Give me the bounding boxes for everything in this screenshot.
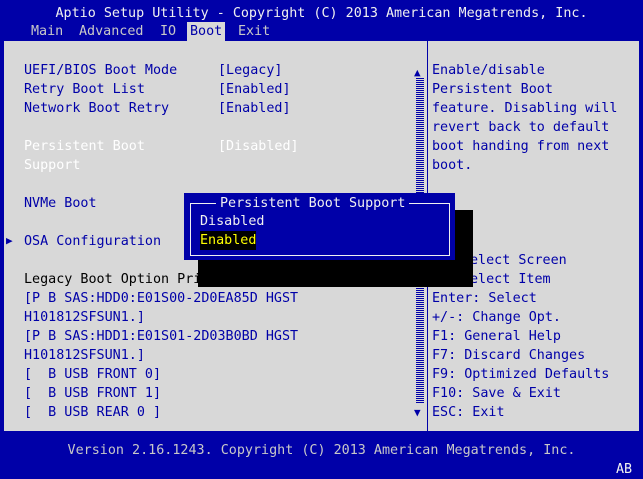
setting-value-retry-boot-list[interactable]: [Enabled] xyxy=(218,80,291,99)
key-hint: ESC: Exit xyxy=(432,405,505,420)
scroll-down-arrow-icon[interactable]: ▼ xyxy=(414,403,421,422)
help-line: Persistent Boot xyxy=(432,82,553,97)
legacy-boot-item[interactable]: [ B USB FRONT 0] xyxy=(24,365,161,384)
legacy-boot-item[interactable]: H101812SFSUN1.] xyxy=(24,346,145,365)
setting-label-network-boot-retry: Network Boot Retry xyxy=(24,101,170,116)
menu-io[interactable]: IO xyxy=(157,22,179,41)
help-line: boot. xyxy=(432,158,473,173)
key-hint: elect Item xyxy=(470,272,551,287)
key-hint: Enter: Select xyxy=(432,291,537,306)
legacy-boot-item[interactable]: [P B SAS:HDD1:E01S01-2D03B0BD HGST xyxy=(24,327,298,346)
menu-exit[interactable]: Exit xyxy=(235,22,273,41)
popup-title: Persistent Boot Support xyxy=(216,194,410,213)
key-hint: F10: Save & Exit xyxy=(432,386,561,401)
legacy-boot-item[interactable]: [ B USB FRONT 1] xyxy=(24,384,161,403)
help-line: boot handing from next xyxy=(432,139,610,154)
help-line: Enable/disable xyxy=(432,63,545,78)
setting-label-persistent-boot: Persistent Boot xyxy=(24,139,145,154)
menu-boot[interactable]: Boot xyxy=(187,22,226,41)
key-hint: F7: Discard Changes xyxy=(432,348,586,363)
menu-advanced[interactable]: Advanced xyxy=(76,22,147,41)
setting-label-uefi-bios-boot-mode: UEFI/BIOS Boot Mode xyxy=(24,63,178,78)
key-hint: elect Screen xyxy=(470,253,567,268)
setting-value-uefi-bios-boot-mode[interactable]: [Legacy] xyxy=(218,61,283,80)
setting-value-persistent-boot-support[interactable]: [Disabled] xyxy=(218,137,299,156)
help-line: feature. Disabling will xyxy=(432,101,618,116)
legacy-boot-item[interactable]: [P B SAS:HDD0:E01S00-2D0EA85D HGST xyxy=(24,289,298,308)
setting-value-network-boot-retry[interactable]: [Enabled] xyxy=(218,99,291,118)
submenu-arrow-icon: ▶ xyxy=(6,234,13,247)
setting-label-persistent-boot-line2: Support xyxy=(24,158,81,173)
key-hint: +/-: Change Opt. xyxy=(432,310,561,325)
legacy-boot-heading: Legacy Boot Option Pri xyxy=(24,272,202,287)
popup-option-disabled[interactable]: Disabled xyxy=(200,212,265,231)
legacy-boot-item[interactable]: H101812SFSUN1.] xyxy=(24,308,145,327)
key-hint: F9: Optimized Defaults xyxy=(432,367,610,382)
popup-option-enabled[interactable]: Enabled xyxy=(200,231,257,250)
menu-bar: Main Advanced IO Boot Exit xyxy=(0,22,643,41)
post-code-badge: AB xyxy=(616,462,633,477)
help-line: revert back to default xyxy=(432,120,610,135)
version-text: Version 2.16.1243. Copyright (C) 2013 Am… xyxy=(67,443,576,458)
key-hint: F1: General Help xyxy=(432,329,561,344)
legacy-boot-item[interactable]: [ B USB REAR 0 ] xyxy=(24,403,161,422)
setting-label-nvme-boot[interactable]: NVMe Boot xyxy=(24,194,97,213)
submenu-osa-configuration[interactable]: OSA Configuration xyxy=(24,232,161,251)
menu-main[interactable]: Main xyxy=(28,22,66,41)
window-title: Aptio Setup Utility - Copyright (C) 2013… xyxy=(55,6,588,21)
setting-label-retry-boot-list: Retry Boot List xyxy=(24,82,145,97)
